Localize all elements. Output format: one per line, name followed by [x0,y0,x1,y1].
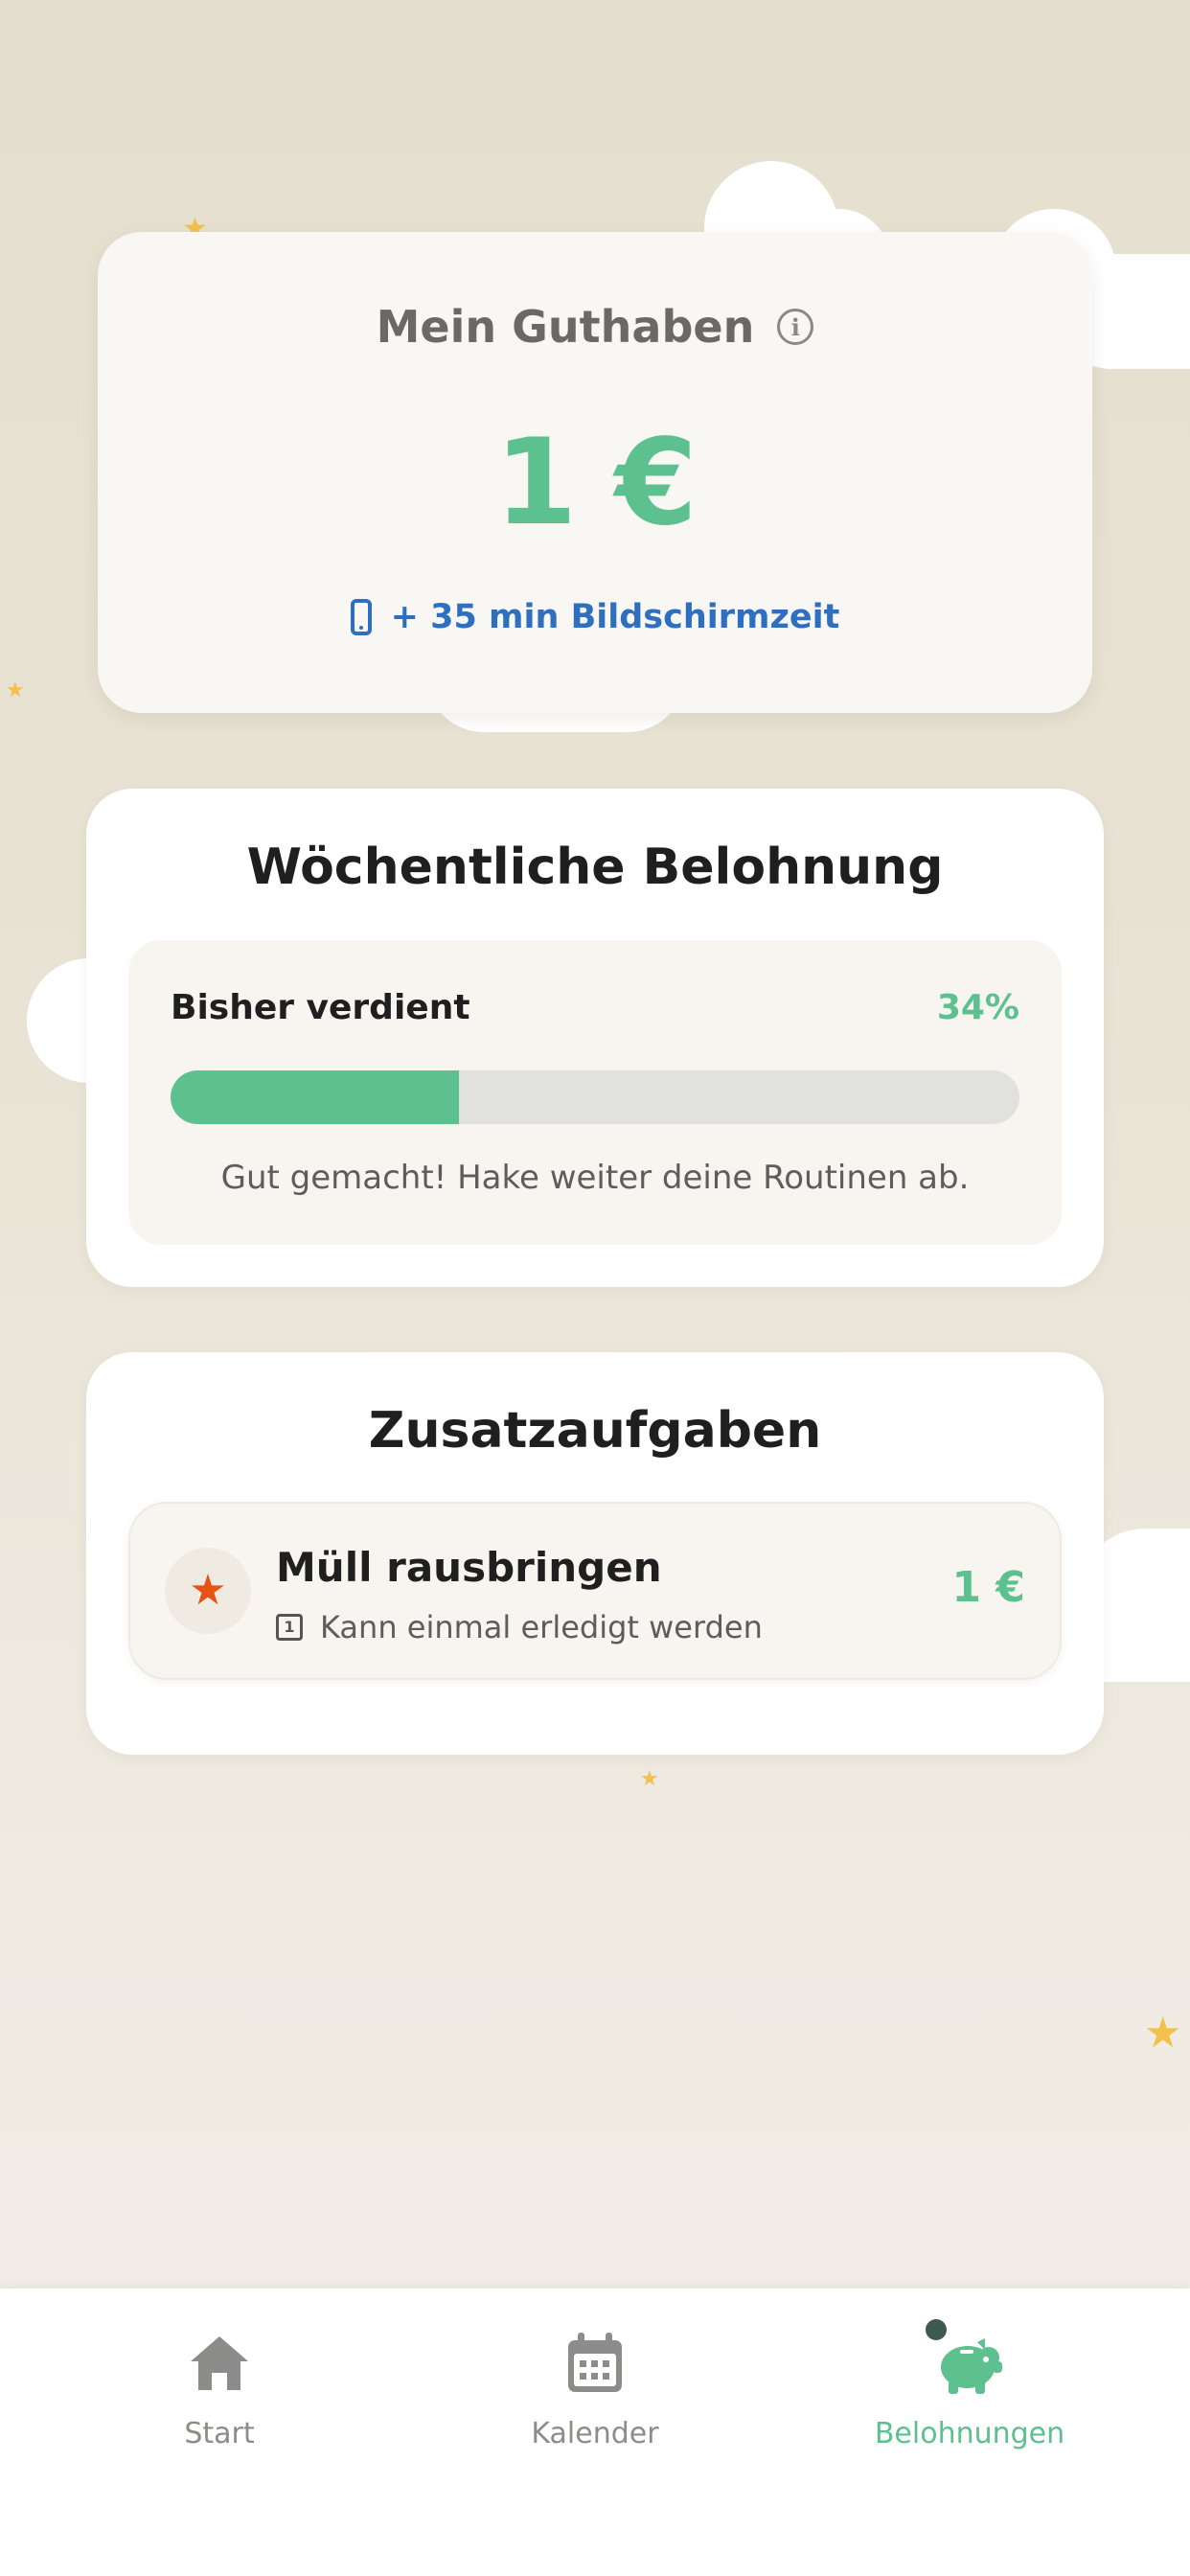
task-frequency: Kann einmal erledigt werden [320,1609,763,1645]
progress-fill [171,1070,460,1124]
task-badge: ★ [165,1548,251,1634]
progress-hint: Gut gemacht! Hake weiter deine Routinen … [220,1159,970,1197]
nav-item-calendar[interactable]: Kalender [451,2329,739,2472]
bottom-nav: Start Kalender Belohnungen [0,2288,1190,2576]
progress-panel: Bisher verdient 34% Gut gemacht! Hake we… [128,940,1062,1245]
weekly-reward-card: Wöchentliche Belohnung Bisher verdient 3… [86,789,1104,1287]
balance-amount: 1 € [494,414,698,552]
balance-title-row: Mein Guthaben i [98,301,1092,353]
task-title: Müll rausbringen [276,1544,662,1591]
info-icon[interactable]: i [777,309,814,345]
star-icon: ★ [6,678,25,702]
screen-time-text: + 35 min Bildschirmzeit [390,598,840,636]
task-reward: 1 € [951,1563,1025,1612]
balance-title: Mein Guthaben [376,301,755,353]
star-icon: ★ [1144,2009,1182,2058]
nav-label-rewards: Belohnungen [874,2417,1065,2450]
calendar-icon [561,2329,629,2398]
extra-tasks-title: Zusatzaufgaben [368,1402,822,1460]
nav-label-start: Start [184,2417,255,2450]
star-icon: ★ [189,1566,227,1615]
weekly-reward-title: Wöchentliche Belohnung [246,839,944,896]
task-item[interactable]: ★ Müll rausbringen 1 Kann einmal erledig… [128,1502,1062,1680]
balance-card: Mein Guthaben i 1 € + 35 min Bildschirmz… [98,232,1092,713]
screen-time-row: + 35 min Bildschirmzeit [98,598,1092,636]
progress-bar [171,1070,1019,1124]
home-icon [185,2329,254,2398]
nav-label-calendar: Kalender [531,2417,659,2450]
nav-item-start[interactable]: Start [76,2329,363,2472]
extra-tasks-card: Zusatzaufgaben ★ Müll rausbringen 1 Kann… [86,1352,1104,1755]
notification-dot [926,2319,947,2340]
once-icon: 1 [276,1614,303,1641]
star-icon: ★ [640,1767,659,1791]
piggy-bank-icon [926,2319,1004,2398]
task-frequency-row: 1 Kann einmal erledigt werden [276,1609,763,1645]
earned-percent: 34% [936,988,1019,1027]
phone-icon [350,599,372,635]
earned-label: Bisher verdient [171,988,470,1027]
nav-item-rewards[interactable]: Belohnungen [826,2319,1113,2472]
